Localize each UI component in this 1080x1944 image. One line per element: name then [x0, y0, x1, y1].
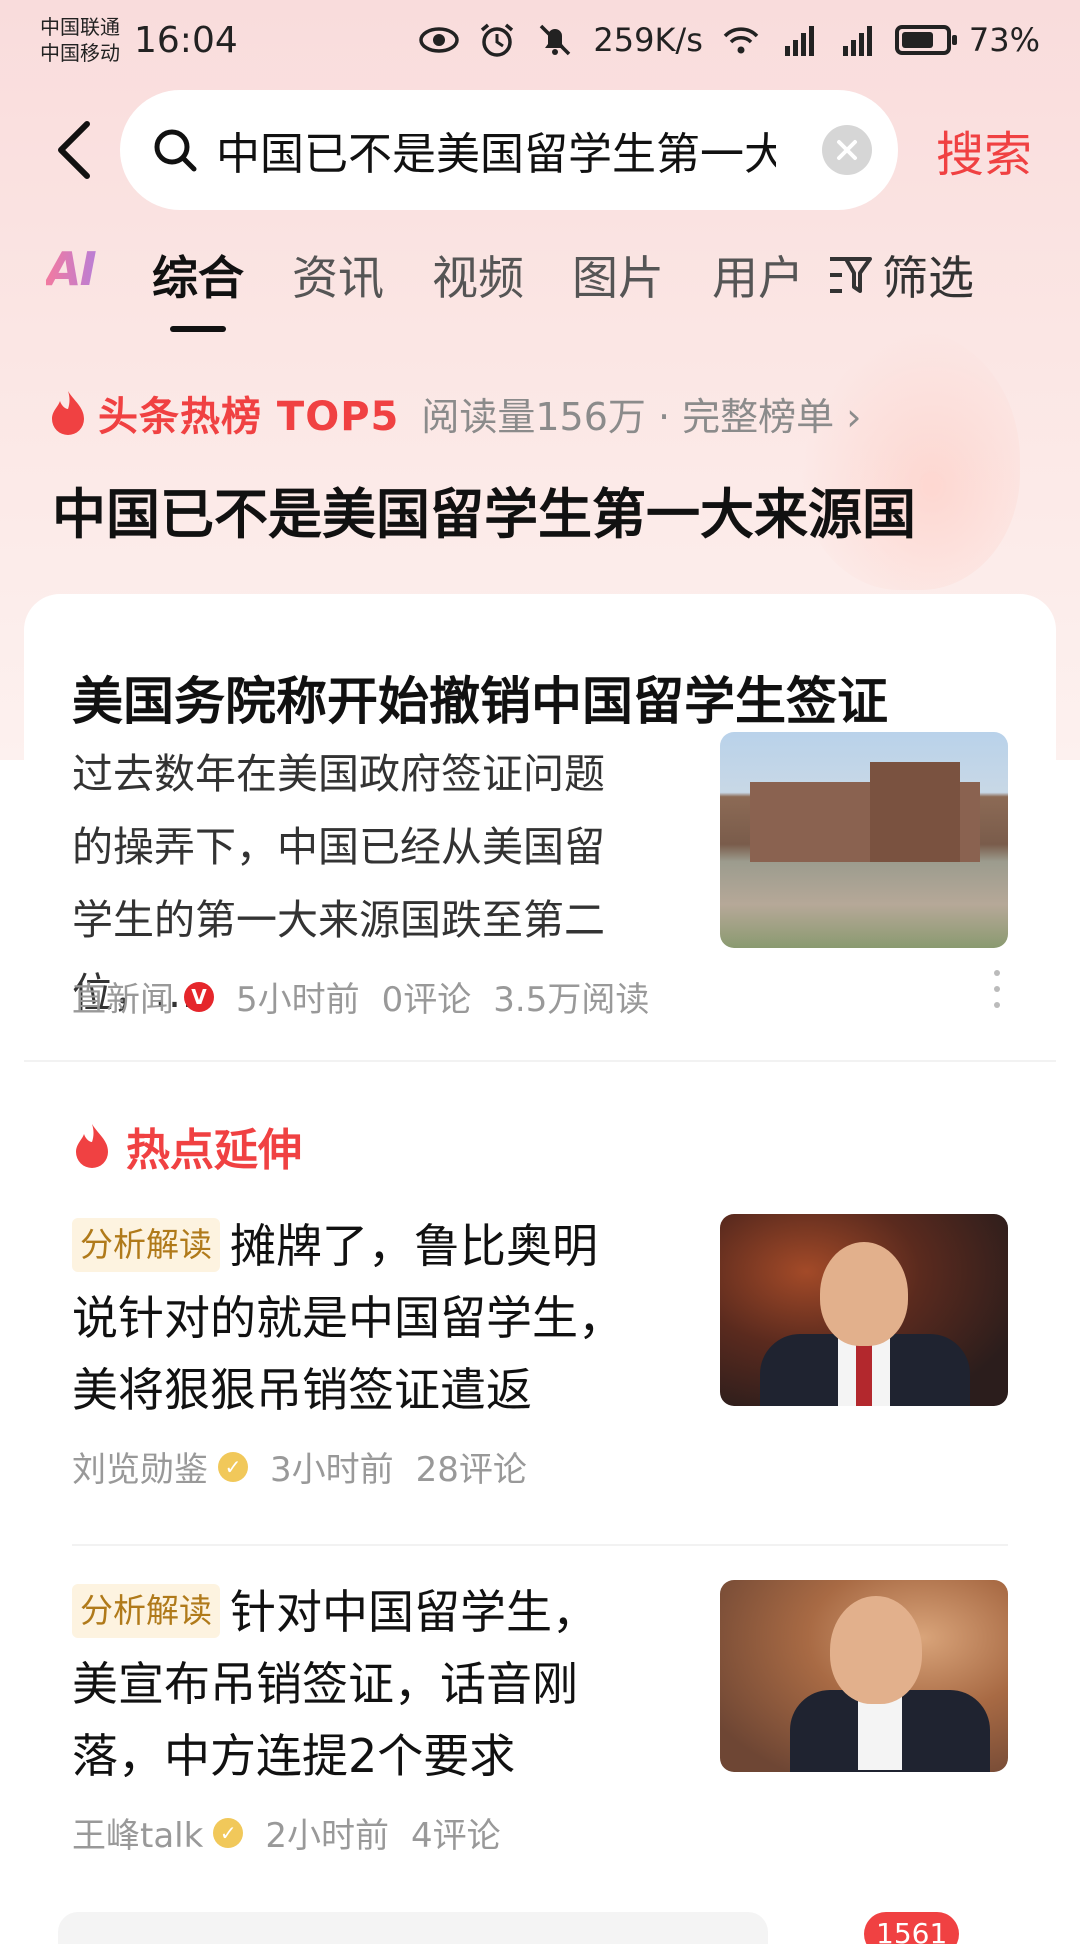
- filter-icon: [830, 257, 872, 293]
- divider: [24, 1060, 1056, 1062]
- clear-icon: [837, 140, 857, 160]
- search-button[interactable]: 搜索: [936, 115, 1032, 185]
- tab-users[interactable]: 用户: [712, 242, 804, 308]
- signal-icon: [842, 26, 872, 56]
- building-shape: [870, 762, 960, 862]
- portrait-face: [830, 1596, 922, 1704]
- divider: [72, 1544, 1008, 1546]
- tab-images[interactable]: 图片: [572, 242, 664, 308]
- fire-icon: [76, 1124, 108, 1168]
- clear-button[interactable]: [822, 125, 872, 175]
- tab-news[interactable]: 资讯: [292, 242, 384, 308]
- item-time: 3小时前: [270, 1450, 394, 1490]
- extension-label: 热点延伸: [126, 1125, 302, 1176]
- battery-fill: [901, 32, 933, 48]
- more-icon[interactable]: [994, 970, 1002, 1008]
- mute-icon: [540, 24, 571, 56]
- analysis-tag: 分析解读: [72, 1584, 220, 1638]
- article-reads: 3.5万阅读: [493, 980, 650, 1020]
- carrier-info: 中国联通 中国移动: [40, 14, 120, 66]
- list-item[interactable]: 分析解读 针对中国留学生，美宣布吊销签证，话音刚落，中方连提2个要求: [72, 1576, 632, 1792]
- battery-icon: [894, 25, 957, 55]
- back-arrow-icon: [58, 121, 90, 179]
- tab-videos[interactable]: 视频: [432, 242, 524, 308]
- tab-bar: AI 综合 资讯 视频 图片 用户 筛选: [0, 242, 1080, 342]
- verified-icon: V: [184, 981, 214, 1012]
- search-icon: [154, 129, 197, 172]
- fire-icon: [52, 391, 84, 435]
- comment-input[interactable]: [58, 1912, 768, 1944]
- analysis-tag: 分析解读: [72, 1218, 220, 1272]
- hot-topic-title: 中国已不是美国留学生第一大来源国: [52, 483, 916, 546]
- flame-decoration: [800, 330, 1020, 590]
- battery-percent: 73%: [968, 21, 1040, 59]
- filter-label: 筛选: [882, 251, 974, 305]
- item-source[interactable]: 刘览勋鉴: [72, 1442, 208, 1491]
- article-time: 5小时前: [236, 980, 360, 1020]
- item-time: 2小时前: [265, 1816, 389, 1856]
- article-source[interactable]: 直新闻: [72, 972, 174, 1021]
- verified-icon: ✓: [218, 1451, 248, 1482]
- list-item[interactable]: 分析解读 摊牌了，鲁比奥明说针对的就是中国留学生，美将狠狠吊销签证遣返: [72, 1210, 632, 1426]
- filter-button[interactable]: 筛选: [826, 242, 974, 308]
- comment-count-badge[interactable]: 1561: [864, 1912, 960, 1944]
- search-query: 中国已不是美国留学生第一大来源国: [216, 129, 776, 180]
- extension-header: 热点延伸: [72, 1114, 302, 1178]
- signal-icon: [784, 26, 814, 56]
- item-source[interactable]: 王峰talk: [72, 1808, 203, 1857]
- status-bar: 中国联通 中国移动 16:04 259K/s 73%: [0, 0, 1080, 80]
- carrier-2: 中国移动: [40, 41, 120, 65]
- verified-icon: ✓: [213, 1817, 244, 1848]
- item-comments: 28评论: [415, 1450, 527, 1490]
- status-icons: 259K/s 73%: [419, 21, 1040, 59]
- network-speed: 259K/s: [593, 21, 703, 59]
- item-thumbnail[interactable]: [720, 1214, 1008, 1406]
- article-title[interactable]: 美国务院称开始撤销中国留学生签证: [72, 660, 888, 734]
- article-meta: 直新闻 V 5小时前 0评论 3.5万阅读: [72, 972, 649, 1021]
- hot-list-header[interactable]: 头条热榜 TOP5 阅读量156万 · 完整榜单 ›: [48, 384, 861, 442]
- portrait-tie: [856, 1338, 872, 1406]
- clock: 16:04: [134, 19, 238, 61]
- item-thumbnail[interactable]: [720, 1580, 1008, 1772]
- alarm-icon: [481, 23, 514, 57]
- portrait-face: [820, 1242, 908, 1346]
- eye-icon: [419, 27, 460, 53]
- back-button[interactable]: [40, 115, 110, 185]
- search-row: 中国已不是美国留学生第一大来源国 搜索: [0, 88, 1080, 212]
- item-meta: 王峰talk ✓ 2小时前 4评论: [72, 1808, 501, 1857]
- hot-list-label: 头条热榜 TOP5: [98, 394, 400, 440]
- hot-list-meta[interactable]: 阅读量156万 · 完整榜单 ›: [421, 386, 861, 441]
- item-comments: 4评论: [410, 1816, 501, 1856]
- search-input[interactable]: 中国已不是美国留学生第一大来源国: [120, 90, 898, 210]
- carrier-1: 中国联通: [40, 15, 120, 39]
- article-thumbnail-campus[interactable]: [720, 732, 1008, 948]
- results-card: 美国务院称开始撤销中国留学生签证 过去数年在美国政府签证问题的操弄下，中国已经从…: [24, 594, 1056, 1944]
- tab-ai[interactable]: AI: [46, 242, 124, 296]
- article-comments: 0评论: [381, 980, 472, 1020]
- item-meta: 刘览勋鉴 ✓ 3小时前 28评论: [72, 1442, 527, 1491]
- wifi-icon: [723, 27, 759, 54]
- tab-general[interactable]: 综合: [152, 242, 244, 332]
